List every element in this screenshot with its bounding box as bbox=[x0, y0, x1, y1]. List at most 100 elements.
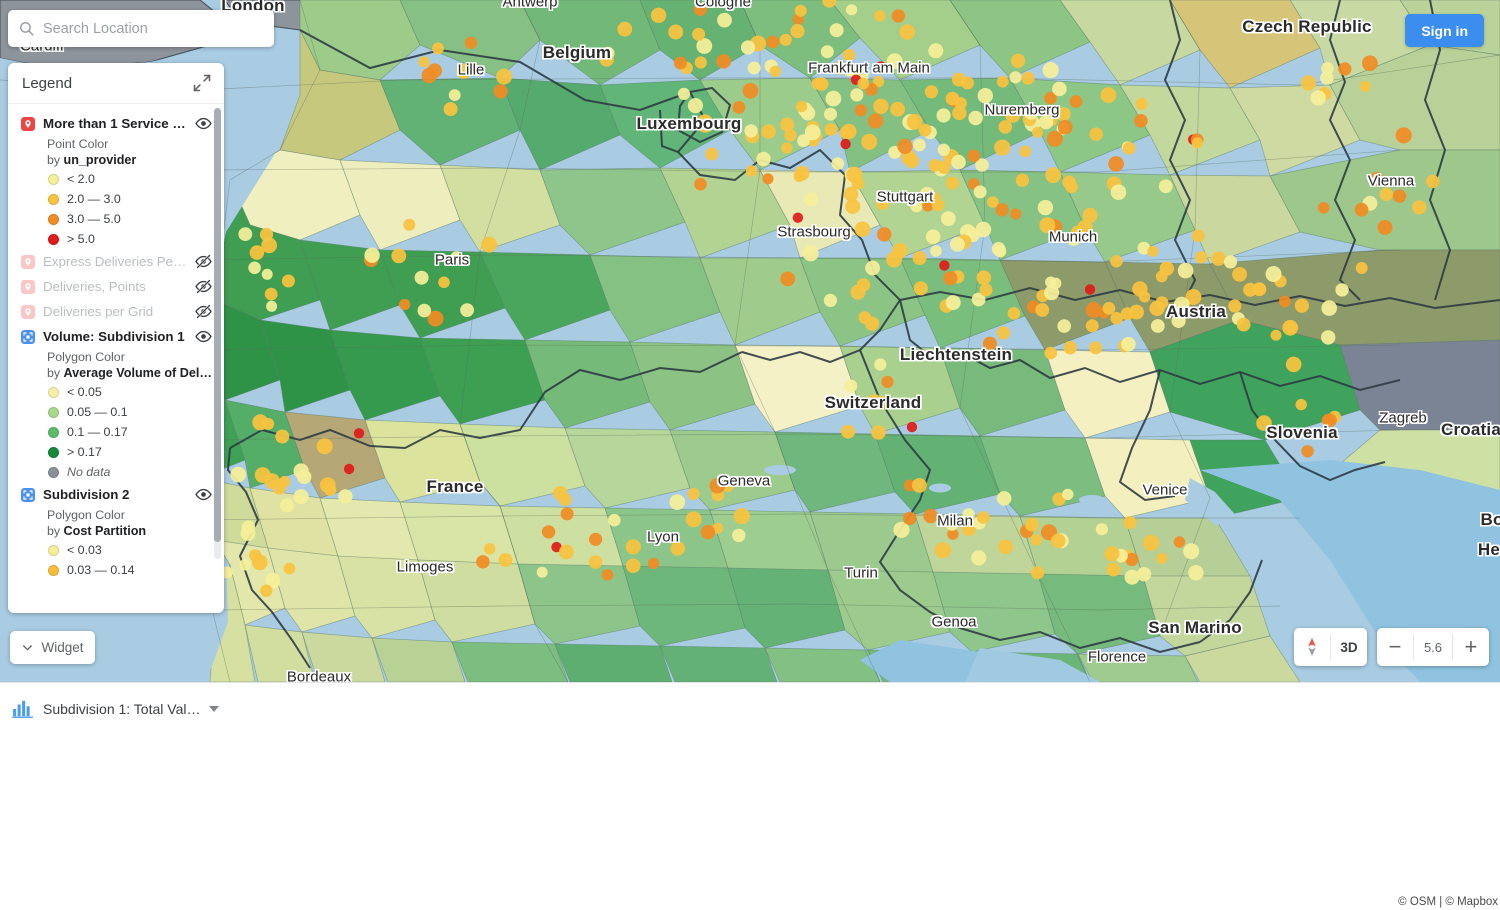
map-point-marker[interactable] bbox=[1009, 71, 1022, 84]
map-point-marker[interactable] bbox=[875, 61, 886, 72]
map-point-marker[interactable] bbox=[844, 379, 858, 393]
map-point-marker[interactable] bbox=[541, 525, 556, 539]
map-point-marker[interactable] bbox=[251, 554, 268, 571]
map-point-marker[interactable] bbox=[976, 511, 990, 524]
map-point-marker[interactable] bbox=[861, 133, 878, 150]
map-point-marker[interactable] bbox=[780, 117, 795, 132]
map-point-marker[interactable] bbox=[1173, 296, 1190, 313]
map-point-marker[interactable] bbox=[324, 483, 337, 496]
map-point-marker[interactable] bbox=[1021, 71, 1035, 85]
map-point-marker[interactable] bbox=[912, 251, 927, 265]
search-bar[interactable] bbox=[8, 10, 274, 47]
map-point-marker[interactable] bbox=[733, 507, 750, 525]
eye-off-icon[interactable] bbox=[195, 278, 212, 295]
map-point-marker[interactable] bbox=[1057, 119, 1073, 135]
map-point-marker[interactable] bbox=[996, 75, 1009, 88]
map-point-marker[interactable] bbox=[647, 557, 660, 570]
map-point-marker[interactable] bbox=[841, 424, 856, 439]
map-point-marker[interactable] bbox=[1069, 95, 1083, 108]
map-point-marker[interactable] bbox=[744, 124, 758, 138]
map-point-marker[interactable] bbox=[694, 177, 707, 191]
map-point-marker[interactable] bbox=[779, 33, 792, 46]
map-point-marker[interactable] bbox=[934, 542, 951, 559]
map-point-marker[interactable] bbox=[1121, 336, 1136, 352]
map-point-marker[interactable] bbox=[1106, 562, 1121, 577]
map-attribution[interactable]: © OSM | © Mapbox bbox=[1398, 896, 1498, 908]
map-point-marker[interactable] bbox=[854, 104, 868, 117]
map-point-marker[interactable] bbox=[975, 221, 992, 238]
map-point-marker[interactable] bbox=[998, 539, 1013, 555]
map-point-marker[interactable] bbox=[364, 247, 380, 263]
map-point-marker[interactable] bbox=[876, 197, 890, 210]
map-point-marker[interactable] bbox=[414, 270, 429, 285]
map-point-marker[interactable] bbox=[670, 541, 685, 556]
map-point-marker[interactable] bbox=[1395, 127, 1412, 144]
map-point-marker[interactable] bbox=[865, 316, 880, 331]
three-d-toggle[interactable]: 3D bbox=[1331, 628, 1367, 666]
map-point-marker[interactable] bbox=[1038, 115, 1054, 130]
map-point-marker[interactable] bbox=[951, 72, 966, 87]
map-canvas[interactable] bbox=[0, 0, 1500, 682]
map-point-marker[interactable] bbox=[484, 543, 496, 555]
map-point-marker[interactable] bbox=[1321, 300, 1337, 316]
map-point-marker[interactable] bbox=[1359, 80, 1371, 92]
map-point-marker[interactable] bbox=[1050, 533, 1066, 549]
map-point-marker[interactable] bbox=[745, 165, 758, 177]
map-point-marker[interactable] bbox=[968, 110, 983, 126]
map-point-marker[interactable] bbox=[279, 498, 294, 513]
map-point-marker[interactable] bbox=[843, 65, 856, 77]
map-point-marker[interactable] bbox=[873, 98, 889, 115]
map-point-marker[interactable] bbox=[1355, 262, 1368, 274]
map-point-marker[interactable] bbox=[913, 138, 926, 152]
eye-icon[interactable] bbox=[195, 328, 212, 345]
map-point-marker[interactable] bbox=[795, 100, 808, 113]
eye-off-icon[interactable] bbox=[195, 253, 212, 270]
map-point-marker[interactable] bbox=[1377, 220, 1393, 235]
map-point-marker[interactable] bbox=[316, 438, 333, 455]
map-point-marker[interactable] bbox=[252, 414, 269, 431]
map-point-marker[interactable] bbox=[1123, 516, 1137, 530]
map-point-marker[interactable] bbox=[617, 21, 633, 37]
map-point-marker[interactable] bbox=[979, 283, 993, 297]
map-point-marker[interactable] bbox=[438, 276, 450, 289]
map-point-marker[interactable] bbox=[1379, 187, 1394, 201]
map-point-marker[interactable] bbox=[1426, 174, 1440, 189]
map-point-marker[interactable] bbox=[747, 61, 761, 75]
map-point-marker[interactable] bbox=[910, 200, 923, 213]
map-point-marker[interactable] bbox=[766, 35, 780, 49]
map-point-marker[interactable] bbox=[1039, 217, 1056, 234]
map-point-marker[interactable] bbox=[1147, 245, 1159, 257]
map-point-marker[interactable] bbox=[1032, 126, 1044, 138]
map-point-marker[interactable] bbox=[421, 67, 437, 84]
map-point-marker[interactable] bbox=[857, 77, 870, 90]
map-point-marker[interactable] bbox=[780, 271, 796, 287]
eye-icon[interactable] bbox=[195, 115, 212, 132]
search-input[interactable] bbox=[35, 10, 264, 47]
map-point-marker[interactable] bbox=[825, 90, 842, 107]
map-point-marker[interactable] bbox=[1158, 179, 1173, 194]
map-point-marker[interactable] bbox=[687, 487, 700, 501]
map-point-marker[interactable] bbox=[498, 552, 513, 567]
map-point-marker[interactable] bbox=[1110, 255, 1123, 268]
map-point-marker[interactable] bbox=[1369, 172, 1384, 186]
map-point-marker[interactable] bbox=[962, 508, 975, 521]
map-point-marker[interactable] bbox=[608, 513, 621, 527]
zoom-in-button[interactable]: + bbox=[1453, 628, 1489, 666]
map-point-marker[interactable] bbox=[1321, 62, 1334, 75]
map-point-marker[interactable] bbox=[973, 185, 987, 199]
map-point-marker[interactable] bbox=[601, 46, 615, 60]
map-point-marker[interactable] bbox=[448, 89, 461, 101]
map-point-marker[interactable] bbox=[1294, 298, 1309, 313]
map-point-marker[interactable] bbox=[939, 260, 950, 271]
map-point-marker[interactable] bbox=[940, 211, 956, 227]
map-point-marker[interactable] bbox=[417, 303, 432, 318]
map-point-marker[interactable] bbox=[1156, 552, 1168, 565]
legend-scrollbar-thumb[interactable] bbox=[214, 108, 221, 542]
map-point-marker[interactable] bbox=[996, 326, 1011, 340]
map-point-marker[interactable] bbox=[945, 176, 959, 190]
map-point-marker[interactable] bbox=[1155, 296, 1169, 309]
map-point-marker[interactable] bbox=[976, 270, 992, 286]
map-point-marker[interactable] bbox=[740, 40, 756, 55]
map-point-marker[interactable] bbox=[677, 87, 691, 100]
map-point-marker[interactable] bbox=[391, 248, 407, 264]
